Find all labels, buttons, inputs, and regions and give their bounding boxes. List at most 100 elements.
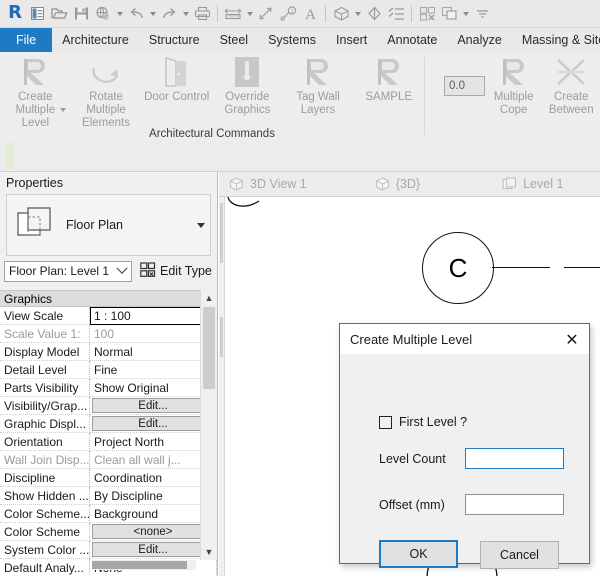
ribbon-button-multiple-cope[interactable]: Multiple Cope <box>485 55 543 117</box>
edit-type-button[interactable]: Edit Type <box>140 261 212 281</box>
offset-input[interactable] <box>465 494 564 515</box>
customize-qat-icon[interactable] <box>471 3 493 25</box>
revit-logo-glyph: R <box>8 1 22 23</box>
tab-analyze[interactable]: Analyze <box>447 28 511 52</box>
switch-windows-dropdown-icon[interactable] <box>460 3 471 25</box>
measure-icon[interactable] <box>222 3 244 25</box>
ribbon-button-create-multiple-level[interactable]: Create Multiple Level <box>0 55 71 130</box>
redo-dropdown-icon[interactable] <box>180 3 191 25</box>
color-scheme-button[interactable]: <none> <box>92 524 214 539</box>
property-row[interactable]: Discipline Coordination <box>0 469 217 487</box>
property-value[interactable]: 1 : 100 <box>90 307 217 325</box>
offset-value-input[interactable]: 0.0 <box>444 76 485 96</box>
undo-dropdown-icon[interactable] <box>147 3 158 25</box>
print-icon[interactable] <box>191 3 213 25</box>
ribbon-button-create-between[interactable]: Create Between <box>542 55 600 117</box>
undo-icon[interactable] <box>125 3 147 25</box>
property-value[interactable]: Show Original <box>90 379 217 397</box>
text-icon[interactable]: A <box>299 3 321 25</box>
property-value[interactable]: Coordination <box>90 469 217 487</box>
ribbon-button-override-graphics[interactable]: Override Graphics <box>212 55 283 117</box>
property-value[interactable]: By Discipline <box>90 487 217 505</box>
tab-steel[interactable]: Steel <box>210 28 259 52</box>
dialog-title: Create Multiple Level <box>350 331 473 347</box>
type-selector[interactable]: Floor Plan <box>6 194 211 256</box>
sync-dropdown-icon[interactable] <box>114 3 125 25</box>
property-row[interactable]: Display Model Normal <box>0 343 217 361</box>
property-row[interactable]: Detail Level Fine <box>0 361 217 379</box>
family-type-combo[interactable]: Floor Plan: Level 1 <box>4 260 132 282</box>
property-row[interactable]: Visibility/Grap... Edit... <box>0 397 217 415</box>
property-value[interactable]: Project North <box>90 433 217 451</box>
first-level-checkbox[interactable] <box>379 415 392 429</box>
chevron-down-icon[interactable] <box>60 108 66 112</box>
view-dropdown-icon[interactable] <box>352 3 363 25</box>
close-hidden-windows-icon[interactable] <box>416 3 438 25</box>
tab-annotate[interactable]: Annotate <box>377 28 447 52</box>
edit-button[interactable]: Edit... <box>92 542 214 557</box>
ribbon-button-rotate-multiple-elements[interactable]: Rotate Multiple Elements <box>71 55 142 130</box>
open-icon[interactable] <box>48 3 70 25</box>
scroll-up-icon[interactable]: ▲ <box>201 290 217 306</box>
property-value[interactable]: Background <box>90 505 217 523</box>
tab-massing-and-site[interactable]: Massing & Site <box>512 28 600 52</box>
property-row[interactable]: System Color ... Edit... <box>0 541 217 559</box>
level-count-input[interactable] <box>465 448 564 469</box>
property-row[interactable]: Color Scheme <none> <box>0 523 217 541</box>
default-3d-view-icon[interactable] <box>330 3 352 25</box>
property-row[interactable]: Graphic Displ... Edit... <box>0 415 217 433</box>
chevron-down-icon[interactable] <box>113 262 131 281</box>
view-tab-3d[interactable]: {3D} <box>365 172 434 197</box>
measure-dropdown-icon[interactable] <box>244 3 255 25</box>
tag-icon[interactable]: 1 <box>277 3 299 25</box>
aligned-dimension-icon[interactable] <box>255 3 277 25</box>
edit-button[interactable]: Edit... <box>92 398 214 413</box>
properties-horizontal-scrollbar[interactable] <box>92 560 196 570</box>
properties-vertical-scrollbar[interactable]: ▲ ▼ <box>200 290 217 560</box>
property-row[interactable]: Orientation Project North <box>0 433 217 451</box>
tab-insert[interactable]: Insert <box>326 28 377 52</box>
view-tab-3d-view-1[interactable]: 3D View 1 <box>219 172 321 197</box>
property-group-header[interactable]: Graphics ▴▴ <box>0 290 217 307</box>
ok-button[interactable]: OK <box>379 540 458 568</box>
property-row[interactable]: Parts Visibility Show Original <box>0 379 217 397</box>
toolbar-separator <box>411 5 412 22</box>
scrollbar-thumb[interactable] <box>220 317 223 357</box>
property-row[interactable]: View Scale 1 : 100 <box>0 307 217 325</box>
view-tab-level-1[interactable]: Level 1 <box>492 172 577 197</box>
save-icon[interactable] <box>70 3 92 25</box>
sync-with-central-icon[interactable] <box>92 3 114 25</box>
cancel-button[interactable]: Cancel <box>480 541 559 569</box>
first-level-checkbox-row[interactable]: First Level ? <box>379 415 467 429</box>
scrollbar-thumb[interactable] <box>203 307 215 389</box>
grid-line[interactable] <box>564 267 600 269</box>
revit-logo-icon[interactable]: R <box>4 3 26 25</box>
ribbon-button-door-control[interactable]: Door Control <box>141 55 212 104</box>
switch-windows-icon[interactable] <box>438 3 460 25</box>
dialog-title-bar[interactable]: Create Multiple Level ✕ <box>340 324 589 354</box>
section-icon[interactable] <box>363 3 385 25</box>
grid-bubble-c[interactable]: C <box>422 232 494 304</box>
ribbon-button-sample[interactable]: SAMPLE <box>353 55 424 104</box>
canvas-scroll-rail[interactable] <box>219 197 225 576</box>
tab-architecture[interactable]: Architecture <box>52 28 139 52</box>
property-row[interactable]: Color Scheme... Background <box>0 505 217 523</box>
scrollbar-thumb[interactable] <box>220 203 223 263</box>
scrollbar-thumb[interactable] <box>92 561 187 569</box>
scroll-down-icon[interactable]: ▼ <box>201 544 217 560</box>
tab-structure[interactable]: Structure <box>139 28 210 52</box>
view-tab-label: Level 1 <box>523 177 564 191</box>
edit-button[interactable]: Edit... <box>92 416 214 431</box>
chevron-down-icon[interactable] <box>192 223 210 228</box>
property-value[interactable]: Normal <box>90 343 217 361</box>
property-row[interactable]: Show Hidden ... By Discipline <box>0 487 217 505</box>
tab-systems[interactable]: Systems <box>258 28 326 52</box>
grid-line[interactable] <box>492 267 550 269</box>
ribbon-button-tag-wall-layers[interactable]: Tag Wall Layers <box>283 55 354 117</box>
redo-icon[interactable] <box>158 3 180 25</box>
tab-file[interactable]: File <box>0 28 53 52</box>
close-icon[interactable]: ✕ <box>555 325 589 353</box>
property-value[interactable]: Fine <box>90 361 217 379</box>
thin-lines-icon[interactable] <box>385 3 407 25</box>
project-browser-icon[interactable] <box>26 3 48 25</box>
